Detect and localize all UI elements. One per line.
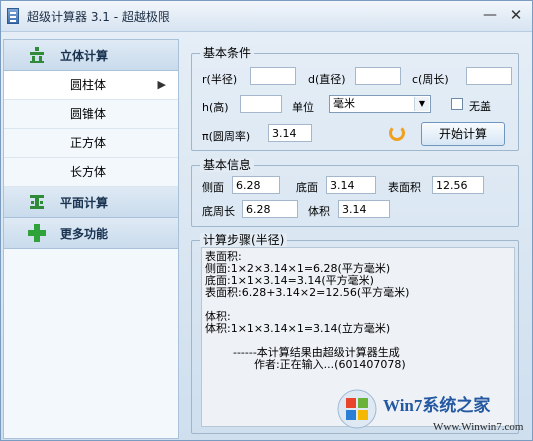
step-line: 体积:1×1×3.14×1=3.14(立方毫米): [205, 322, 391, 335]
circumference-label: c(周长): [412, 73, 449, 86]
height-input[interactable]: [240, 95, 282, 113]
sidebar-section-plane[interactable]: 平面计算: [4, 187, 178, 218]
plane-geometry-icon: [30, 195, 44, 209]
minimize-button[interactable]: —: [479, 7, 501, 25]
plus-icon: [28, 224, 46, 242]
chevron-right-icon: ▶: [157, 78, 166, 91]
side-area-value[interactable]: 6.28: [232, 176, 280, 194]
sidebar-item-cone[interactable]: 圆锥体: [4, 100, 178, 129]
reset-icon[interactable]: [389, 125, 405, 141]
window-title: 超级计算器 3.1 - 超越极限: [27, 10, 170, 24]
start-calculate-button[interactable]: 开始计算: [421, 122, 505, 146]
sidebar-item-label: 正方体: [70, 136, 107, 150]
radius-input[interactable]: [250, 67, 296, 85]
basic-conditions-group: 基本条件 r(半径) d(直径) c(周长) h(高) 单位 毫米 ▼ 无盖 π…: [191, 46, 519, 151]
pi-input[interactable]: 3.14: [268, 124, 312, 142]
close-button[interactable]: ✕: [505, 7, 527, 25]
step-line: 作者:正在输入...(601407078): [205, 358, 406, 371]
chevron-down-icon: ▼: [414, 97, 429, 111]
sidebar-section-label: 立体计算: [60, 49, 109, 63]
pi-label: π(圆周率): [202, 130, 251, 143]
sidebar-item-cuboid[interactable]: 长方体: [4, 158, 178, 187]
app-window: 超级计算器 3.1 - 超越极限 — ✕ 立体计算 圆柱体 ▶ 圆锥体 正方体 …: [0, 0, 533, 441]
unit-label: 单位: [292, 101, 314, 114]
volume-value[interactable]: 3.14: [338, 200, 390, 218]
group-title: 基本信息: [200, 158, 255, 172]
height-label: h(高): [202, 101, 229, 114]
title-bar: 超级计算器 3.1 - 超越极限 — ✕: [1, 1, 532, 32]
base-perimeter-value[interactable]: 6.28: [242, 200, 298, 218]
base-area-label: 底面: [296, 181, 318, 194]
diameter-label: d(直径): [308, 73, 346, 86]
unit-select[interactable]: 毫米 ▼: [329, 95, 431, 113]
no-lid-label: 无盖: [469, 100, 491, 113]
calculator-app-icon: [7, 8, 19, 24]
solid-geometry-icon: [30, 47, 44, 63]
base-perimeter-label: 底周长: [202, 205, 235, 218]
watermark-brand: Win7系统之家: [383, 396, 491, 415]
sidebar-item-label: 长方体: [70, 165, 107, 179]
group-title: 计算步骤(半径): [200, 233, 288, 247]
sidebar: 立体计算 圆柱体 ▶ 圆锥体 正方体 长方体 平面计算 更多功能: [3, 39, 179, 439]
radius-label: r(半径): [202, 73, 238, 86]
sidebar-section-more[interactable]: 更多功能: [4, 218, 178, 249]
basic-info-group: 基本信息 侧面 6.28 底面 3.14 表面积 12.56 底周长 6.28 …: [191, 158, 519, 227]
windows-logo-icon: [337, 389, 377, 429]
side-area-label: 侧面: [202, 181, 224, 194]
group-title: 基本条件: [200, 46, 255, 60]
watermark: Win7系统之家 Www.Winwin7.com: [337, 389, 533, 441]
sidebar-item-cylinder[interactable]: 圆柱体 ▶: [4, 71, 178, 100]
circumference-input[interactable]: [466, 67, 512, 85]
unit-select-value: 毫米: [333, 97, 355, 110]
sidebar-item-label: 圆柱体: [70, 78, 107, 92]
sidebar-item-cube[interactable]: 正方体: [4, 129, 178, 158]
sidebar-item-label: 圆锥体: [70, 107, 107, 121]
diameter-input[interactable]: [355, 67, 401, 85]
sidebar-section-label: 更多功能: [60, 227, 109, 241]
no-lid-checkbox[interactable]: [451, 98, 463, 110]
sidebar-section-label: 平面计算: [60, 196, 109, 210]
volume-label: 体积: [308, 205, 330, 218]
base-area-value[interactable]: 3.14: [326, 176, 376, 194]
surface-area-value[interactable]: 12.56: [432, 176, 484, 194]
watermark-url: Www.Winwin7.com: [433, 421, 524, 433]
surface-area-label: 表面积: [388, 181, 421, 194]
step-line: 表面积:6.28+3.14×2=12.56(平方毫米): [205, 286, 410, 299]
sidebar-section-solid[interactable]: 立体计算: [4, 40, 178, 71]
